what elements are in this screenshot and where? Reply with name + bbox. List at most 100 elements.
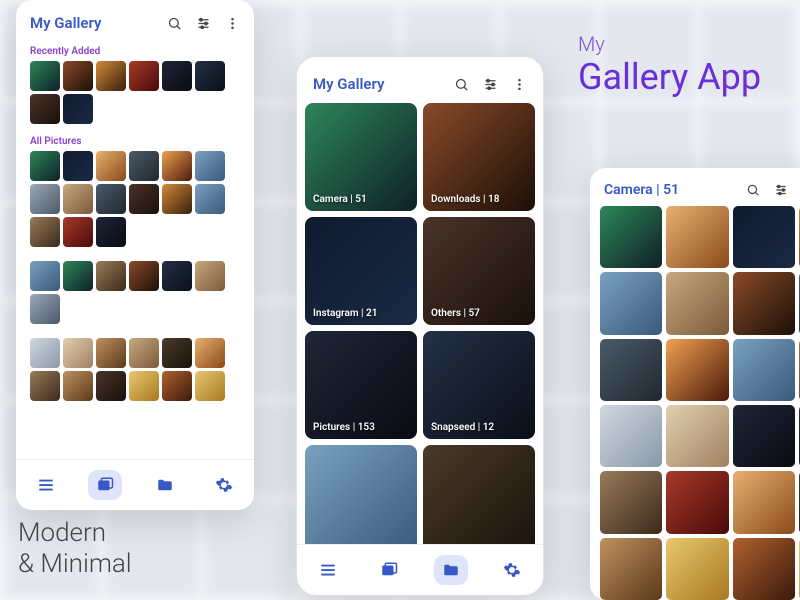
thumbnail[interactable] [63, 151, 93, 181]
thumbnail[interactable] [195, 338, 225, 368]
phone-screen-thumbnails: My Gallery Recently Added All Pictures [16, 0, 254, 510]
thumbnail[interactable] [30, 151, 60, 181]
thumbnail[interactable] [63, 184, 93, 214]
photo[interactable] [600, 206, 662, 268]
thumbnail[interactable] [162, 151, 192, 181]
section-recently-added: Recently Added [16, 40, 254, 61]
bottom-nav [297, 544, 543, 595]
thumbnail[interactable] [96, 61, 126, 91]
photo[interactable] [600, 272, 662, 334]
thumbnail[interactable] [30, 261, 60, 291]
photo[interactable] [733, 538, 795, 600]
search-icon[interactable] [746, 183, 760, 197]
photo[interactable] [666, 538, 728, 600]
thumbnail[interactable] [30, 217, 60, 247]
photos-icon[interactable] [88, 470, 122, 500]
thumbnail[interactable] [195, 371, 225, 401]
photo[interactable] [733, 405, 795, 467]
thumbnail[interactable] [129, 261, 159, 291]
thumbnail[interactable] [30, 338, 60, 368]
headline-bottom: Gallery App [578, 56, 761, 98]
thumbnail[interactable] [63, 338, 93, 368]
thumbnail[interactable] [30, 61, 60, 91]
filter-icon[interactable] [774, 183, 788, 197]
search-icon[interactable] [167, 16, 182, 31]
thumbnail[interactable] [96, 371, 126, 401]
thumbnail[interactable] [63, 217, 93, 247]
thumbnail[interactable] [129, 371, 159, 401]
photo[interactable] [666, 206, 728, 268]
settings-icon[interactable] [495, 555, 529, 585]
thumbnail[interactable] [162, 371, 192, 401]
header: My Gallery [297, 57, 543, 103]
album-instagram[interactable]: Instagram | 21 [305, 217, 417, 325]
folder-icon[interactable] [148, 470, 182, 500]
thumbnail[interactable] [195, 61, 225, 91]
photo[interactable] [733, 339, 795, 401]
header-actions [454, 77, 527, 92]
photo[interactable] [666, 339, 728, 401]
photo[interactable] [600, 339, 662, 401]
thumbnail[interactable] [96, 338, 126, 368]
thumbnail[interactable] [30, 94, 60, 124]
thumbnail[interactable] [30, 371, 60, 401]
thumbnail[interactable] [129, 338, 159, 368]
menu-icon[interactable] [29, 470, 63, 500]
thumbnail[interactable] [129, 151, 159, 181]
thumbnail[interactable] [96, 184, 126, 214]
photo[interactable] [733, 206, 795, 268]
thumbnail[interactable] [129, 61, 159, 91]
album[interactable] [423, 445, 535, 544]
album-snapseed[interactable]: Snapseed | 12 [423, 331, 535, 439]
thumbnail[interactable] [195, 151, 225, 181]
thumbnail[interactable] [162, 61, 192, 91]
thumbnail[interactable] [96, 151, 126, 181]
more-icon[interactable] [225, 16, 240, 31]
photo[interactable] [666, 272, 728, 334]
album-downloads[interactable]: Downloads | 18 [423, 103, 535, 211]
photo[interactable] [666, 471, 728, 533]
thumbnail[interactable] [162, 261, 192, 291]
menu-icon[interactable] [311, 555, 345, 585]
thumbnail[interactable] [63, 261, 93, 291]
all-thumbnails-3 [16, 338, 254, 407]
filter-icon[interactable] [483, 77, 498, 92]
thumbnail[interactable] [195, 184, 225, 214]
photo[interactable] [600, 471, 662, 533]
app-headline: My Gallery App [578, 32, 761, 98]
bottom-nav [16, 459, 254, 510]
album-label: Snapseed | 12 [431, 422, 494, 433]
photo[interactable] [733, 272, 795, 334]
photo[interactable] [600, 405, 662, 467]
folder-title: Camera | 51 [604, 182, 679, 198]
all-thumbnails-2 [16, 261, 254, 330]
thumbnail[interactable] [162, 184, 192, 214]
thumbnail[interactable] [96, 261, 126, 291]
thumbnail[interactable] [129, 184, 159, 214]
search-icon[interactable] [454, 77, 469, 92]
all-thumbnails [16, 151, 254, 253]
photo[interactable] [600, 538, 662, 600]
recent-thumbnails [16, 61, 254, 130]
header: Camera | 51 [590, 168, 800, 206]
photo[interactable] [733, 471, 795, 533]
album-label: Camera | 51 [313, 194, 367, 205]
thumbnail[interactable] [162, 338, 192, 368]
thumbnail[interactable] [63, 94, 93, 124]
thumbnail[interactable] [96, 217, 126, 247]
thumbnail[interactable] [30, 184, 60, 214]
album-others[interactable]: Others | 57 [423, 217, 535, 325]
thumbnail[interactable] [63, 371, 93, 401]
thumbnail[interactable] [30, 294, 60, 324]
album-camera[interactable]: Camera | 51 [305, 103, 417, 211]
album-pictures[interactable]: Pictures | 153 [305, 331, 417, 439]
photos-icon[interactable] [372, 555, 406, 585]
folder-icon[interactable] [434, 555, 468, 585]
photo[interactable] [666, 405, 728, 467]
filter-icon[interactable] [196, 16, 211, 31]
album[interactable] [305, 445, 417, 544]
more-icon[interactable] [512, 77, 527, 92]
thumbnail[interactable] [195, 261, 225, 291]
settings-icon[interactable] [207, 470, 241, 500]
thumbnail[interactable] [63, 61, 93, 91]
